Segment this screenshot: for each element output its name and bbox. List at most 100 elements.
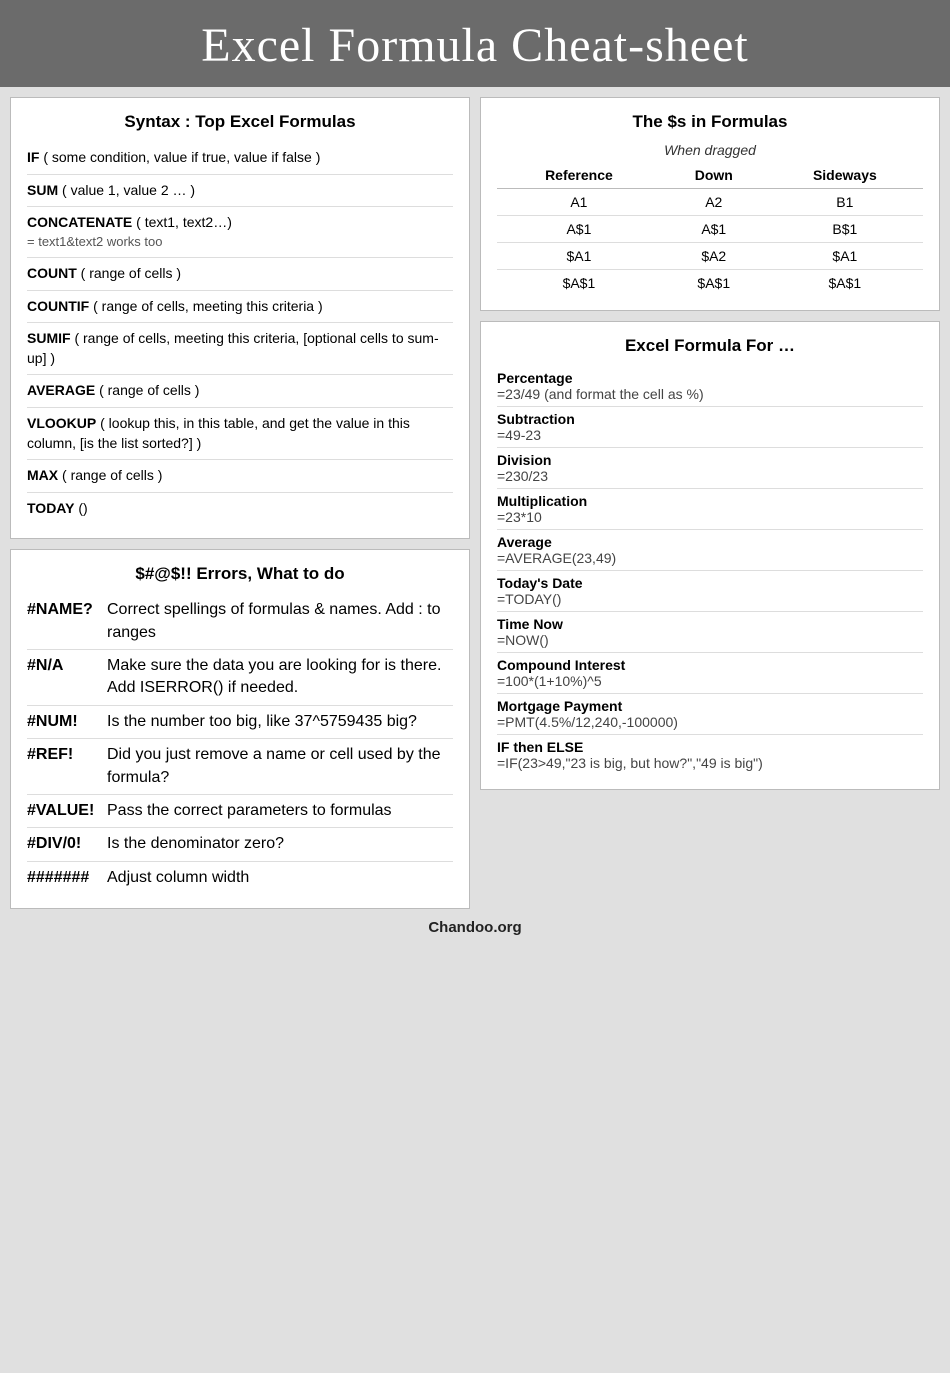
formula-for-label: Time Now (497, 616, 923, 632)
formula-desc: ( some condition, value if true, value i… (43, 149, 320, 165)
formula-keyword: IF (27, 149, 39, 165)
formula-desc: () (78, 500, 87, 516)
dollar-table-col-header: Down (661, 162, 767, 189)
formula-for-list: Percentage=23/49 (and format the cell as… (497, 366, 923, 775)
formula-for-card-title: Excel Formula For … (497, 336, 923, 356)
dollar-table-col-header: Sideways (767, 162, 923, 189)
formula-for-item: IF then ELSE=IF(23>49,"23 is big, but ho… (497, 735, 923, 775)
right-column: The $s in Formulas When dragged Referenc… (480, 97, 940, 909)
error-code: #N/A (27, 655, 107, 700)
error-desc: Correct spellings of formulas & names. A… (107, 599, 453, 644)
formula-for-item: Today's Date=TODAY() (497, 571, 923, 612)
formula-item: IF ( some condition, value if true, valu… (27, 142, 453, 175)
dollar-table-cell: A2 (661, 189, 767, 216)
error-code: #NAME? (27, 599, 107, 644)
formula-for-value: =100*(1+10%)^5 (497, 673, 923, 689)
formula-item: VLOOKUP ( lookup this, in this table, an… (27, 408, 453, 460)
dollar-table-cell: $A2 (661, 243, 767, 270)
formula-item: AVERAGE ( range of cells ) (27, 375, 453, 408)
dollar-table-header-row: ReferenceDownSideways (497, 162, 923, 189)
footer-text: Chandoo.org (428, 919, 521, 936)
error-row: #VALUE!Pass the correct parameters to fo… (27, 795, 453, 828)
error-desc: Make sure the data you are looking for i… (107, 655, 453, 700)
error-code: #NUM! (27, 711, 107, 733)
formula-keyword: SUMIF (27, 330, 71, 346)
dollar-table-cell: A$1 (497, 216, 661, 243)
formula-for-value: =AVERAGE(23,49) (497, 550, 923, 566)
formula-keyword: VLOOKUP (27, 415, 96, 431)
error-code: ####### (27, 867, 107, 889)
formula-for-value: =49-23 (497, 427, 923, 443)
formula-item: MAX ( range of cells ) (27, 460, 453, 493)
formula-desc: ( range of cells ) (62, 467, 162, 483)
formula-desc: ( range of cells, meeting this criteria,… (27, 330, 439, 366)
formula-for-item: Mortgage Payment=PMT(4.5%/12,240,-100000… (497, 694, 923, 735)
dollar-table-cell: B$1 (767, 216, 923, 243)
formula-for-value: =230/23 (497, 468, 923, 484)
left-column: Syntax : Top Excel Formulas IF ( some co… (10, 97, 470, 909)
formula-for-value: =IF(23>49,"23 is big, but how?","49 is b… (497, 755, 923, 771)
formula-for-item: Multiplication=23*10 (497, 489, 923, 530)
formula-keyword: COUNT (27, 265, 77, 281)
formula-keyword: MAX (27, 467, 58, 483)
formula-for-label: IF then ELSE (497, 739, 923, 755)
formula-desc: ( range of cells ) (99, 382, 199, 398)
formula-item: SUMIF ( range of cells, meeting this cri… (27, 323, 453, 375)
formula-for-value: =23*10 (497, 509, 923, 525)
formula-desc: ( value 1, value 2 … ) (62, 182, 195, 198)
dollar-table-col-header: Reference (497, 162, 661, 189)
page-header: Excel Formula Cheat-sheet (0, 0, 950, 87)
error-desc: Did you just remove a name or cell used … (107, 744, 453, 789)
errors-card: $#@$!! Errors, What to do #NAME?Correct … (10, 549, 470, 909)
syntax-card: Syntax : Top Excel Formulas IF ( some co… (10, 97, 470, 539)
error-row: #DIV/0!Is the denominator zero? (27, 828, 453, 861)
formula-item: COUNTIF ( range of cells, meeting this c… (27, 291, 453, 324)
formula-desc: ( range of cells, meeting this criteria … (93, 298, 323, 314)
formula-for-item: Division=230/23 (497, 448, 923, 489)
error-code: #REF! (27, 744, 107, 789)
dollar-card: The $s in Formulas When dragged Referenc… (480, 97, 940, 311)
dollar-table-row: A1A2B1 (497, 189, 923, 216)
dollar-card-title: The $s in Formulas (497, 112, 923, 132)
dollar-table-body: A1A2B1A$1A$1B$1$A1$A2$A1$A$1$A$1$A$1 (497, 189, 923, 297)
formula-desc: ( text1, text2…) (136, 214, 232, 230)
formula-keyword: AVERAGE (27, 382, 95, 398)
formula-keyword: SUM (27, 182, 58, 198)
formula-for-item: Average=AVERAGE(23,49) (497, 530, 923, 571)
dollar-table-row: $A$1$A$1$A$1 (497, 270, 923, 297)
formula-desc: ( range of cells ) (81, 265, 181, 281)
errors-card-title: $#@$!! Errors, What to do (27, 564, 453, 584)
formula-for-value: =NOW() (497, 632, 923, 648)
error-row: #REF!Did you just remove a name or cell … (27, 739, 453, 795)
error-row: #######Adjust column width (27, 862, 453, 894)
formula-for-label: Multiplication (497, 493, 923, 509)
formula-for-label: Percentage (497, 370, 923, 386)
syntax-card-title: Syntax : Top Excel Formulas (27, 112, 453, 132)
error-row: #NUM!Is the number too big, like 37^5759… (27, 706, 453, 739)
formula-item: CONCATENATE ( text1, text2…)= text1&text… (27, 207, 453, 258)
main-content: Syntax : Top Excel Formulas IF ( some co… (0, 87, 950, 909)
formula-for-item: Percentage=23/49 (and format the cell as… (497, 366, 923, 407)
error-desc: Pass the correct parameters to formulas (107, 800, 453, 822)
formula-for-card: Excel Formula For … Percentage=23/49 (an… (480, 321, 940, 790)
header-title: Excel Formula Cheat-sheet (201, 19, 749, 72)
formula-keyword: TODAY (27, 500, 74, 516)
error-desc: Adjust column width (107, 867, 453, 889)
formula-keyword: COUNTIF (27, 298, 89, 314)
formula-for-value: =TODAY() (497, 591, 923, 607)
formula-for-label: Today's Date (497, 575, 923, 591)
dollar-table-cell: A1 (497, 189, 661, 216)
formula-for-label: Compound Interest (497, 657, 923, 673)
formula-item: COUNT ( range of cells ) (27, 258, 453, 291)
error-code: #DIV/0! (27, 833, 107, 855)
dollar-table-row: $A1$A2$A1 (497, 243, 923, 270)
when-dragged-label: When dragged (497, 142, 923, 158)
formula-for-label: Division (497, 452, 923, 468)
error-desc: Is the number too big, like 37^5759435 b… (107, 711, 453, 733)
dollar-table-row: A$1A$1B$1 (497, 216, 923, 243)
error-row: #NAME?Correct spellings of formulas & na… (27, 594, 453, 650)
error-row: #N/AMake sure the data you are looking f… (27, 650, 453, 706)
formula-note: = text1&text2 works too (27, 233, 453, 251)
formula-for-item: Subtraction=49-23 (497, 407, 923, 448)
error-desc: Is the denominator zero? (107, 833, 453, 855)
